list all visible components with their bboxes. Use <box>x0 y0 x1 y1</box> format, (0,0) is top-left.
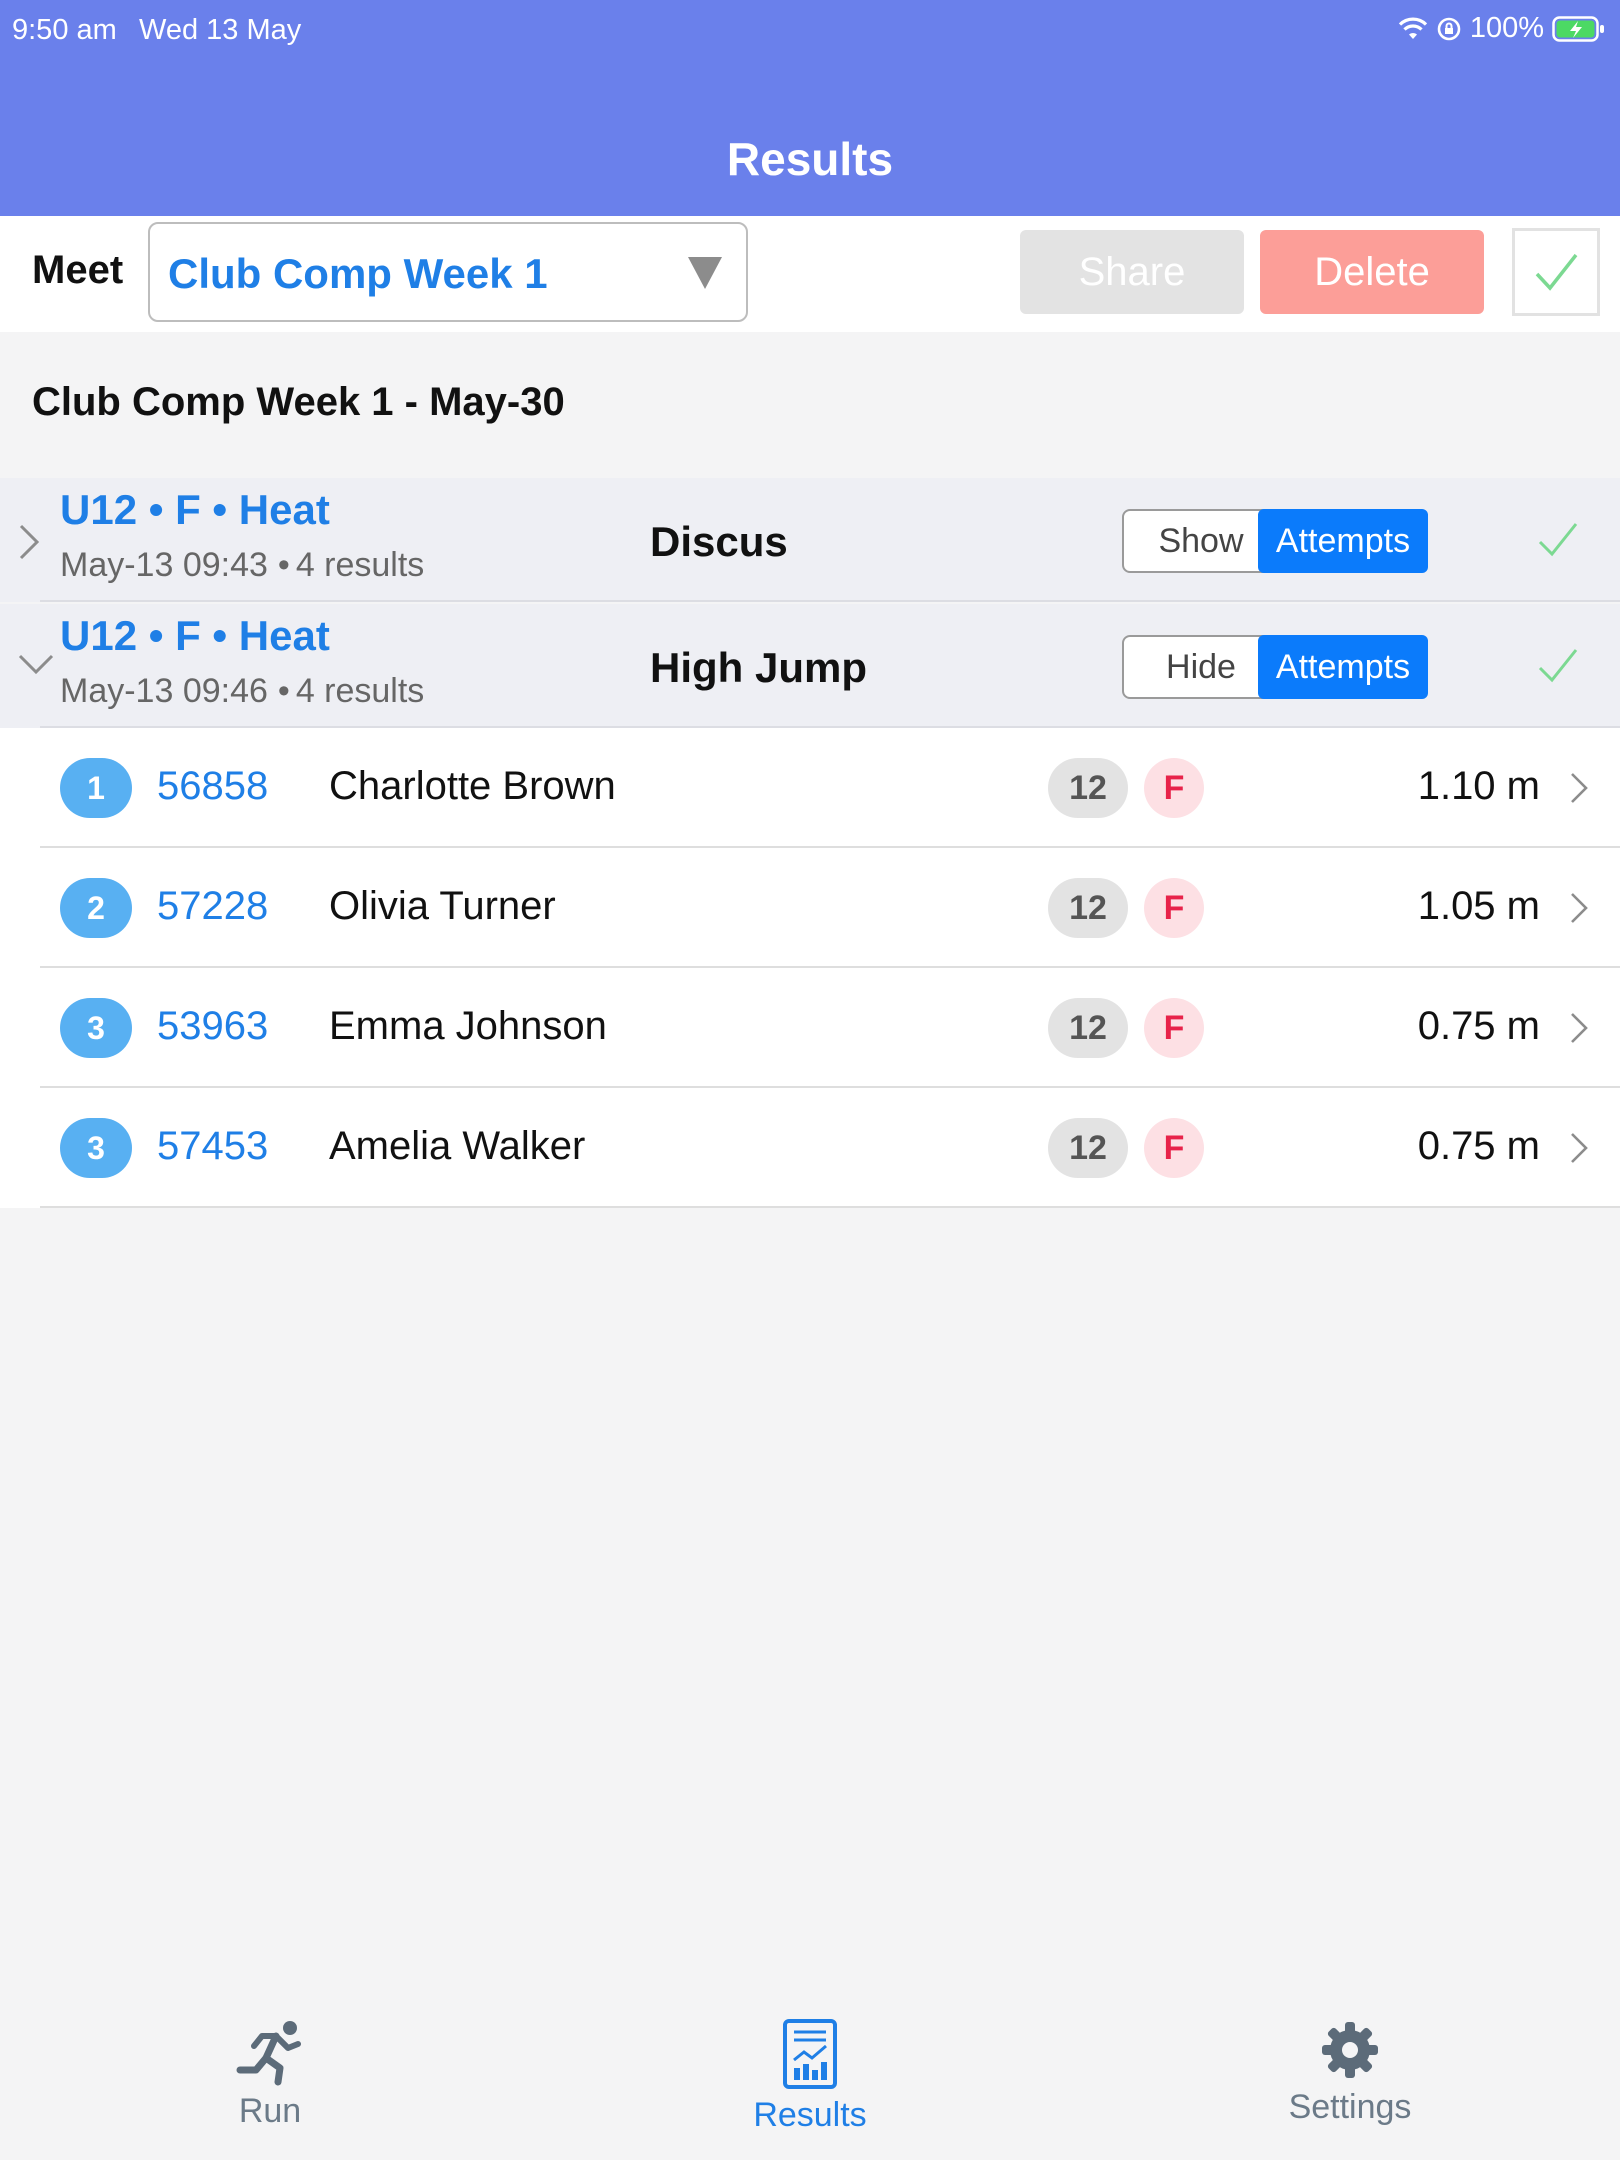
event-group: U12 • F • Heat <box>60 612 330 659</box>
tab-run-label: Run <box>238 2092 302 2130</box>
rank-badge: 1 <box>60 758 132 818</box>
result-mark: 1.05 m <box>1417 884 1540 928</box>
divider <box>40 600 1620 602</box>
age-badge: 12 <box>1048 758 1128 818</box>
event-group: U12 • F • Heat <box>60 486 330 533</box>
chevron-down-icon <box>16 648 56 683</box>
event-row-high-jump[interactable]: U12 • F • Heat May-13 09:46 • 4 results Hi… <box>0 604 1620 728</box>
tab-run[interactable]: Run <box>120 2018 420 2131</box>
result-row[interactable]: 3 53963 Emma Johnson 12 F 0.75 m <box>0 968 1620 1088</box>
gear-icon <box>1200 2018 1500 2082</box>
tab-settings[interactable]: Settings <box>1200 2018 1500 2127</box>
bib-number[interactable]: 56858 <box>157 764 268 809</box>
results-report-icon <box>660 2018 960 2090</box>
bib-number[interactable]: 57228 <box>157 884 268 929</box>
chevron-right-icon <box>1568 1010 1590 1051</box>
battery-percent: 100% <box>1469 12 1544 44</box>
result-mark: 0.75 m <box>1417 1004 1540 1048</box>
tab-settings-label: Settings <box>1288 2088 1412 2126</box>
checkmark-icon[interactable] <box>1536 644 1580 693</box>
event-datetime: May-13 09:43 <box>60 546 268 584</box>
rank-badge: 3 <box>60 1118 132 1178</box>
battery-charging-icon <box>1552 15 1606 43</box>
result-row[interactable]: 3 57453 Amelia Walker 12 F 0.75 m <box>0 1088 1620 1208</box>
status-indicators: 100% <box>1398 12 1606 45</box>
event-name: High Jump <box>650 644 867 691</box>
chevron-right-icon <box>1568 770 1590 811</box>
age-badge: 12 <box>1048 1118 1128 1178</box>
divider <box>40 1206 1620 1208</box>
attempts-button[interactable]: Attempts <box>1258 509 1428 573</box>
show-button[interactable]: Show <box>1122 509 1280 573</box>
bib-number[interactable]: 57453 <box>157 1124 268 1169</box>
age-badge: 12 <box>1048 998 1128 1058</box>
page-title: Results <box>726 133 894 185</box>
sex-badge: F <box>1144 1118 1204 1178</box>
event-result-count: 4 results <box>295 672 425 710</box>
share-button[interactable]: Share <box>1020 230 1244 314</box>
nav-header: 9:50 am Wed 13 May 100% Results <box>0 0 1620 216</box>
hide-button[interactable]: Hide <box>1122 635 1280 699</box>
sex-badge: F <box>1144 998 1204 1058</box>
delete-button[interactable]: Delete <box>1260 230 1484 314</box>
sex-badge: F <box>1144 758 1204 818</box>
result-row[interactable]: 2 57228 Olivia Turner 12 F 1.05 m <box>0 848 1620 968</box>
chevron-right-icon <box>1568 890 1590 931</box>
runner-icon <box>120 2018 420 2086</box>
meet-label: Meet <box>32 248 124 292</box>
age-badge: 12 <box>1048 878 1128 938</box>
rank-badge: 3 <box>60 998 132 1058</box>
event-meta: May-13 09:46 • 4 results <box>60 672 425 710</box>
rank-badge: 2 <box>60 878 132 938</box>
meet-dropdown[interactable]: Club Comp Week 1 <box>148 222 748 322</box>
dropdown-arrow-icon <box>688 257 722 289</box>
result-mark: 0.75 m <box>1417 1124 1540 1168</box>
athlete-name: Olivia Turner <box>329 884 556 928</box>
result-mark: 1.10 m <box>1417 764 1540 808</box>
tab-results[interactable]: Results <box>660 2018 960 2135</box>
attempts-button[interactable]: Attempts <box>1258 635 1428 699</box>
checkmark-icon[interactable] <box>1536 518 1580 567</box>
event-row-discus[interactable]: U12 • F • Heat May-13 09:43 • 4 results Di… <box>0 478 1620 602</box>
status-date: Wed 13 May <box>139 14 302 46</box>
athlete-name: Charlotte Brown <box>329 764 616 808</box>
event-datetime: May-13 09:46 <box>60 672 268 710</box>
athlete-name: Amelia Walker <box>329 1124 586 1168</box>
result-row[interactable]: 1 56858 Charlotte Brown 12 F 1.10 m <box>0 728 1620 848</box>
event-meta: May-13 09:43 • 4 results <box>60 546 425 584</box>
tab-results-label: Results <box>753 2096 867 2134</box>
sex-badge: F <box>1144 878 1204 938</box>
meet-dropdown-value: Club Comp Week 1 <box>168 250 548 297</box>
status-time: 9:50 am <box>12 14 117 46</box>
chevron-right-icon <box>16 522 42 567</box>
select-all-checkbox[interactable] <box>1512 228 1600 316</box>
results-list: 1 56858 Charlotte Brown 12 F 1.10 m 2 57… <box>0 728 1620 1208</box>
event-name: Discus <box>650 518 788 565</box>
orientation-lock-icon <box>1436 16 1462 42</box>
meet-section-title: Club Comp Week 1 - May-30 <box>32 380 565 424</box>
bib-number[interactable]: 53963 <box>157 1004 268 1049</box>
event-result-count: 4 results <box>295 546 425 584</box>
wifi-icon <box>1398 17 1428 41</box>
chevron-right-icon <box>1568 1130 1590 1171</box>
athlete-name: Emma Johnson <box>329 1004 607 1048</box>
